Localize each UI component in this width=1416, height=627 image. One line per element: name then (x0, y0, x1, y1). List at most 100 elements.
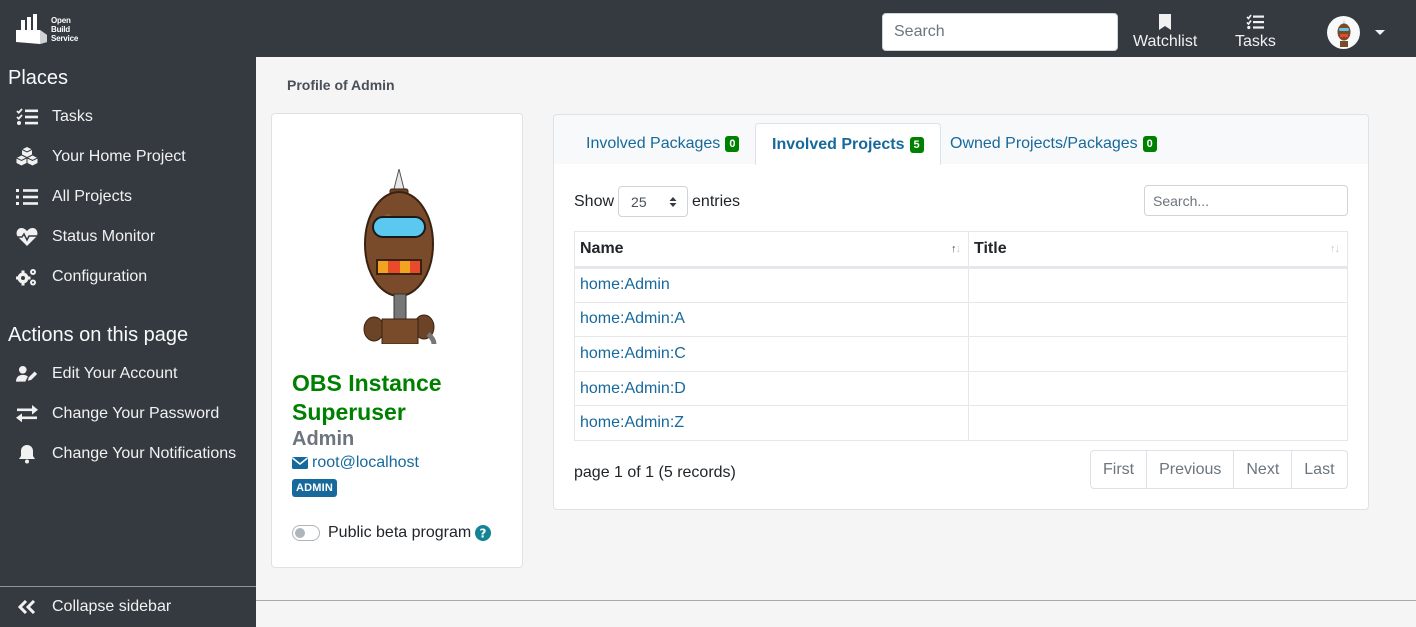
sidebar-item-edit-account[interactable]: Edit Your Account (0, 354, 256, 394)
tabs-bar: Involved Packages 0 Involved Projects 5 … (554, 115, 1368, 165)
cell-title (968, 405, 1348, 441)
question-circle-icon[interactable]: ? (475, 525, 492, 541)
project-link[interactable]: home:Admin:A (580, 310, 685, 327)
sidebar-item-change-notifications[interactable]: Change Your Notifications (0, 434, 256, 474)
tab-label: Involved Packages (586, 135, 721, 152)
cogs-icon (16, 267, 38, 287)
cell-name: home:Admin:Z (574, 405, 969, 441)
cell-name: home:Admin:D (574, 370, 969, 407)
cell-title (968, 267, 1348, 303)
collapse-sidebar-button[interactable]: Collapse sidebar (0, 586, 256, 627)
heartbeat-icon (16, 227, 38, 247)
breadcrumb: Profile of Admin (287, 77, 395, 93)
tab-involved-packages[interactable]: Involved Packages 0 (570, 123, 755, 165)
caret-down-icon (1375, 30, 1385, 35)
cell-title (968, 301, 1348, 338)
list-icon (16, 187, 38, 207)
obs-logo-icon (16, 14, 47, 44)
sidebar-item-home-project[interactable]: Your Home Project (0, 137, 256, 177)
pagination-info: page 1 of 1 (5 records) (574, 464, 736, 481)
sidebar-item-label: All Projects (52, 188, 133, 205)
entries-length-control: Show 25 entries (574, 186, 740, 217)
project-link[interactable]: home:Admin:C (580, 345, 686, 362)
user-email: root@localhost (312, 454, 419, 471)
profile-card: OBS Instance Superuser Admin root@localh… (271, 113, 523, 568)
sidebar-item-tasks[interactable]: Tasks (0, 97, 256, 137)
sidebar-item-label: Change Your Notifications (52, 445, 237, 462)
cell-title (968, 370, 1348, 407)
tasks-link[interactable]: Tasks (1235, 14, 1276, 51)
first-page-button[interactable]: First (1091, 451, 1146, 488)
actions-list: Edit Your Account Change Your Password C… (0, 354, 256, 474)
tasks-icon (16, 107, 38, 127)
bookmark-icon (1159, 14, 1172, 30)
next-page-button[interactable]: Next (1233, 451, 1291, 488)
user-email-link[interactable]: root@localhost (292, 454, 419, 472)
involvement-card: Involved Packages 0 Involved Projects 5 … (553, 114, 1369, 510)
entries-label: entries (692, 192, 741, 210)
table-row: home:Admin:A (574, 301, 1348, 338)
tab-involved-projects[interactable]: Involved Projects 5 (755, 123, 941, 165)
previous-page-button[interactable]: Previous (1146, 451, 1233, 488)
actions-heading: Actions on this page (8, 324, 189, 346)
angle-double-left-icon (16, 600, 38, 614)
logo-text-line: Service (51, 33, 79, 43)
column-header-label: Name (580, 240, 624, 257)
table-search-input[interactable] (1144, 185, 1348, 216)
table-row: home:Admin:D (574, 370, 1348, 407)
column-header-name[interactable]: Name ↑↓ (574, 231, 969, 269)
column-header-label: Title (974, 240, 1007, 257)
last-page-button[interactable]: Last (1291, 451, 1346, 488)
sidebar-item-all-projects[interactable]: All Projects (0, 177, 256, 217)
global-search-input[interactable] (882, 13, 1118, 51)
user-menu-toggle[interactable] (1327, 16, 1385, 49)
exchange-icon (16, 404, 38, 424)
count-badge: 5 (909, 136, 924, 153)
sidebar-item-status-monitor[interactable]: Status Monitor (0, 217, 256, 257)
user-full-name: OBS Instance Superuser (292, 370, 442, 425)
sort-both-icon: ↑↓ (1330, 243, 1340, 255)
bell-icon (16, 444, 38, 464)
beta-program-toggle[interactable] (292, 525, 320, 541)
logo-text-line: Open (51, 15, 71, 25)
envelope-icon (292, 457, 308, 469)
watchlist-label: Watchlist (1133, 33, 1198, 50)
tasks-icon (1246, 14, 1265, 30)
project-link[interactable]: home:Admin:D (580, 380, 686, 397)
cell-name: home:Admin:A (574, 301, 969, 338)
collapse-sidebar-label: Collapse sidebar (52, 598, 172, 615)
places-list: Tasks Your Home Project All Projects Sta… (0, 97, 256, 297)
obs-logo[interactable]: Open Build Service (16, 14, 78, 44)
sidebar-item-label: Status Monitor (52, 228, 156, 245)
entries-per-page-select[interactable]: 25 (618, 186, 689, 217)
entries-value: 25 (631, 193, 647, 210)
logo-text-line: Build (51, 24, 70, 34)
show-label: Show (574, 192, 615, 210)
robot-avatar-icon (363, 168, 437, 345)
sidebar-item-label: Change Your Password (52, 405, 220, 422)
column-header-title[interactable]: Title ↑↓ (968, 231, 1348, 269)
beta-program-label: Public beta program (328, 524, 472, 541)
sidebar-item-configuration[interactable]: Configuration (0, 257, 256, 297)
cell-name: home:Admin (574, 267, 969, 303)
sidebar-item-label: Configuration (52, 268, 148, 285)
role-badge: ADMIN (292, 479, 338, 497)
count-badge: 0 (1142, 136, 1157, 152)
sidebar-item-label: Edit Your Account (52, 365, 178, 382)
table-row: home:Admin:C (574, 336, 1348, 372)
project-link[interactable]: home:Admin:Z (580, 414, 684, 431)
watchlist-link[interactable]: Watchlist (1133, 14, 1197, 51)
avatar (1327, 16, 1360, 49)
pagination: First Previous Next Last (1090, 450, 1348, 489)
project-link[interactable]: home:Admin (580, 276, 670, 293)
cell-title (968, 336, 1348, 372)
user-login: Admin (292, 428, 355, 450)
user-edit-icon (16, 364, 38, 384)
main-content: Profile of Admin OBS Instance Superuser … (256, 57, 1416, 627)
table-header-row: Name ↑↓ Title ↑↓ (574, 231, 1348, 269)
places-heading: Places (8, 67, 69, 89)
tab-owned-projects-packages[interactable]: Owned Projects/Packages 0 (934, 123, 1173, 165)
count-badge: 0 (725, 136, 740, 152)
sidebar-item-change-password[interactable]: Change Your Password (0, 394, 256, 434)
involved-projects-table: Name ↑↓ Title ↑↓ home:Admin home:Admin:A (574, 231, 1348, 441)
